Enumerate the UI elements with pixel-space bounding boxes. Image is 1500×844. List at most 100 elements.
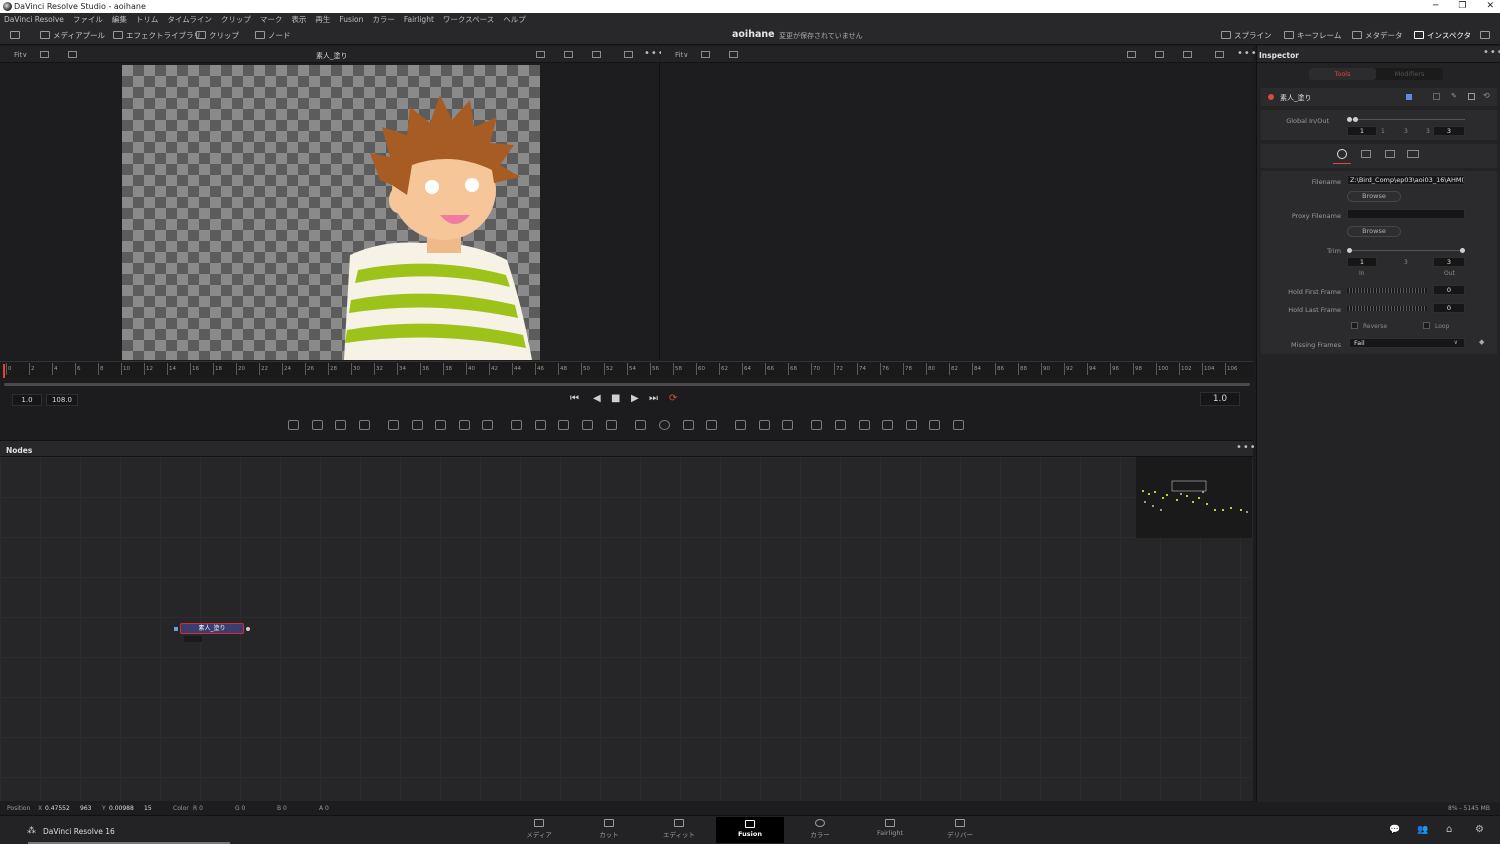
paint-tool-icon[interactable] [359, 420, 370, 430]
camera-3d-icon[interactable] [859, 420, 870, 430]
settings-subtab-icon[interactable] [1407, 150, 1419, 158]
tab-modifiers[interactable]: Modifiers [1376, 68, 1443, 80]
fullscreen-icon[interactable] [1480, 31, 1490, 39]
media-pool-button[interactable]: メディアプール [40, 29, 105, 41]
menu-item-resolve[interactable]: DaVinci Resolve [4, 15, 64, 24]
merge-3d-icon[interactable] [882, 420, 893, 430]
planar-tracker-icon[interactable] [759, 420, 770, 430]
image-plane-3d-icon[interactable] [929, 420, 940, 430]
trim-out-field[interactable]: 3 [1433, 257, 1465, 267]
channel-booleans-icon[interactable] [535, 420, 546, 430]
right-viewer-channel-icon[interactable] [1155, 51, 1164, 58]
format-subtab-icon[interactable] [1385, 150, 1395, 158]
keyframe-diamond-icon[interactable]: ◆ [1479, 338, 1484, 346]
sidebar-toggle-icon[interactable] [10, 31, 20, 39]
menu-item-timeline[interactable]: タイムライン [167, 14, 211, 25]
node-input-port[interactable] [174, 627, 178, 631]
hold-first-field[interactable]: 0 [1433, 285, 1465, 295]
particle-render-icon[interactable] [412, 420, 423, 430]
browse-filename-button[interactable]: Browse [1347, 191, 1401, 202]
left-viewer[interactable] [0, 63, 660, 360]
tool-version-icon[interactable] [1433, 93, 1440, 100]
transform-tool-icon[interactable] [606, 420, 617, 430]
fog-3d-icon[interactable] [953, 420, 964, 430]
trim-in-handle[interactable] [1347, 248, 1352, 253]
viewer-canvas[interactable] [122, 65, 540, 360]
bspline-mask-icon[interactable] [706, 420, 717, 430]
tracker-icon[interactable] [735, 420, 746, 430]
pencil-icon[interactable] [435, 420, 446, 430]
effects-library-button[interactable]: エフェクトライブラリ [113, 29, 201, 41]
menu-item-help[interactable]: ヘルプ [503, 14, 526, 25]
left-viewer-roi-icon[interactable] [536, 51, 545, 58]
renderer-3d-icon[interactable] [906, 420, 917, 430]
tool-color-icon[interactable] [1406, 94, 1412, 100]
resize-tool-icon[interactable] [582, 420, 593, 430]
time-ruler[interactable]: 0 2 4 6 8 10 12 14 16 18 20 22 24 26 28 30 32 34 36 38 40 42 4… [0, 361, 1253, 378]
menu-item-color[interactable]: カラー [372, 14, 395, 25]
go-to-end-icon[interactable]: ⏭ [649, 393, 658, 404]
import-subtab-icon[interactable] [1361, 150, 1371, 158]
lock-icon[interactable] [1468, 93, 1475, 100]
file-subtab-icon[interactable] [1337, 149, 1347, 159]
camera-tracker-icon[interactable] [782, 420, 793, 430]
right-viewer-roi-icon[interactable] [1127, 51, 1136, 58]
minimize-button[interactable]: ─ [1433, 0, 1438, 13]
polygon-mask-icon[interactable] [683, 420, 694, 430]
render-range-bar[interactable] [4, 383, 1250, 386]
page-deliver[interactable]: デリバー [935, 819, 985, 839]
right-viewer-grid-icon[interactable] [1183, 51, 1192, 58]
keyframes-button[interactable]: キーフレーム [1284, 29, 1341, 41]
global-out-field[interactable]: 3 [1433, 126, 1465, 136]
gear-icon[interactable]: ⚙ [1475, 824, 1484, 835]
filename-field[interactable]: Z:\Bird_Comp\ep03\aoi03_16\AHM( [1347, 175, 1465, 185]
menu-item-workspace[interactable]: ワークスペース [443, 14, 494, 25]
reset-icon[interactable]: ⟲ [1483, 91, 1490, 100]
menu-item-fairlight[interactable]: Fairlight [404, 15, 434, 24]
matte-control-icon[interactable] [558, 420, 569, 430]
render-start-field[interactable]: 1.0 [12, 394, 42, 406]
proxy-filename-field[interactable] [1347, 209, 1465, 219]
global-inout-slider[interactable] [1347, 119, 1465, 120]
trim-out-handle[interactable] [1460, 248, 1465, 253]
metadata-button[interactable]: メタデータ [1352, 29, 1403, 41]
loop-icon[interactable]: ⟳ [669, 393, 677, 404]
clips-button[interactable]: クリップ [196, 29, 239, 41]
page-fairlight[interactable]: Fairlight [865, 819, 915, 837]
node-minimap[interactable] [1136, 457, 1252, 538]
menu-item-edit[interactable]: 編集 [112, 14, 127, 25]
loop-checkbox[interactable] [1423, 322, 1430, 329]
missing-frames-select[interactable]: Fail ∨ [1349, 338, 1465, 348]
right-viewer-more-icon[interactable]: ••• [1237, 48, 1258, 59]
maximize-button[interactable]: ❐ [1458, 0, 1466, 13]
home-icon[interactable]: ⌂ [1446, 824, 1452, 835]
nodes-button[interactable]: ノード [255, 29, 291, 41]
stop-icon[interactable]: ■ [611, 393, 620, 404]
render-end-field[interactable]: 108.0 [46, 394, 78, 406]
rectangle-mask-icon[interactable] [635, 420, 646, 430]
left-viewer-grid-icon[interactable] [592, 51, 601, 58]
left-viewer-lut-icon[interactable] [68, 51, 77, 58]
hold-last-slider[interactable] [1347, 306, 1427, 311]
page-cut[interactable]: カット [584, 819, 634, 839]
nodes-more-icon[interactable]: ••• [1236, 442, 1257, 453]
brightness-contrast-icon[interactable] [459, 420, 470, 430]
hold-last-field[interactable]: 0 [1433, 303, 1465, 313]
trim-slider[interactable] [1349, 250, 1463, 251]
global-out-handle[interactable] [1353, 117, 1358, 122]
background-tool-icon[interactable] [288, 420, 299, 430]
tab-tools[interactable]: Tools [1309, 68, 1376, 80]
node-editor[interactable]: 素人_塗り [0, 457, 1253, 801]
browse-proxy-button[interactable]: Browse [1347, 226, 1401, 237]
chat-icon[interactable]: 💬 [1389, 825, 1400, 835]
inspector-button[interactable]: インスペクタ [1414, 29, 1471, 41]
left-viewer-options-icon[interactable] [40, 51, 49, 58]
particle-emitter-icon[interactable] [388, 420, 399, 430]
left-viewer-channel-icon[interactable] [564, 51, 573, 58]
image-plane-tool-icon[interactable] [312, 420, 323, 430]
global-in-handle[interactable] [1347, 117, 1352, 122]
right-viewer-options-icon[interactable] [701, 51, 710, 58]
global-in-field[interactable]: 1 [1347, 126, 1377, 136]
left-viewer-zoom[interactable]: Fit∨ [14, 51, 27, 59]
current-time-field[interactable]: 1.0 [1200, 392, 1240, 406]
